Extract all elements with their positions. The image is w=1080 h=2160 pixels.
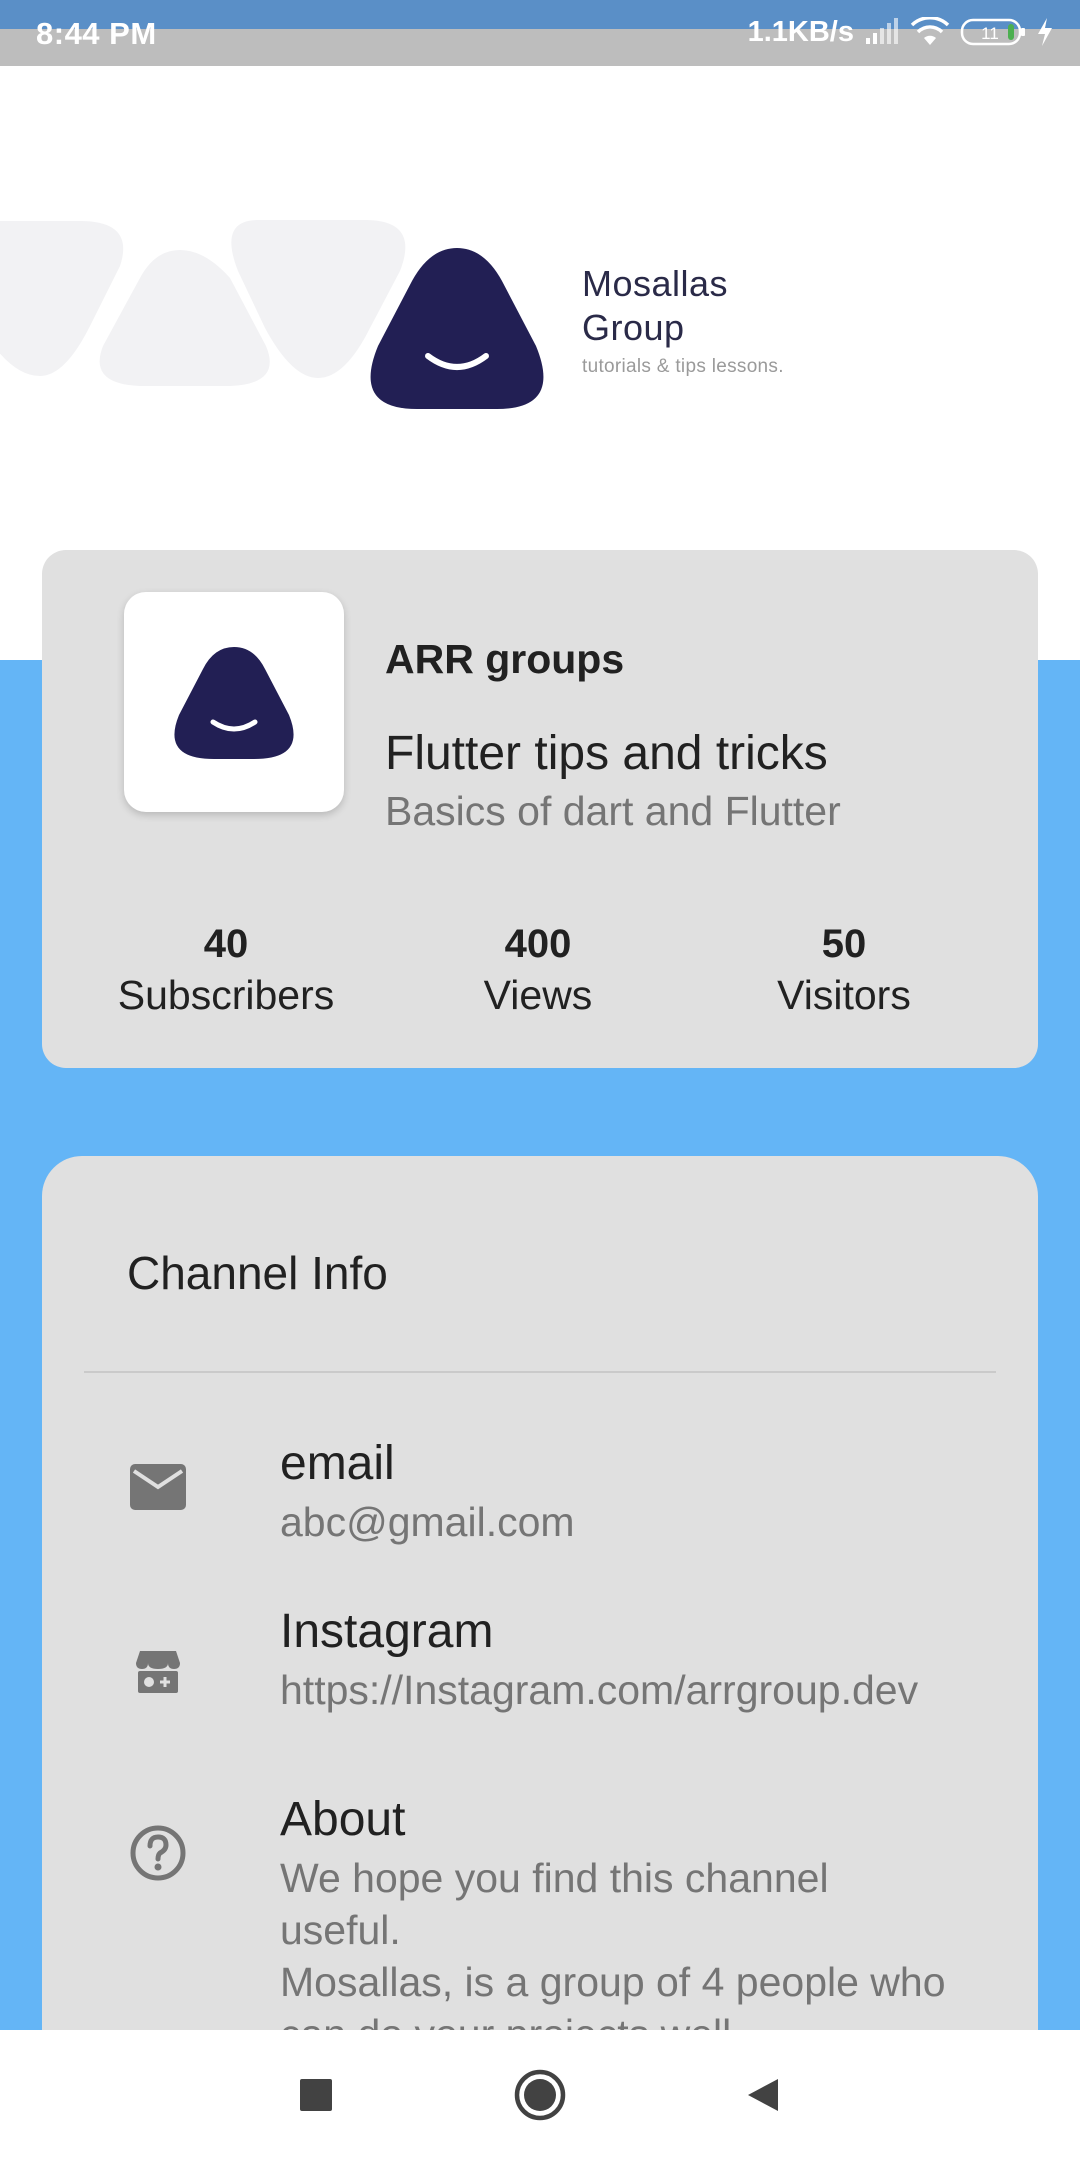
triangle-back-icon bbox=[748, 2079, 778, 2111]
info-row-title: About bbox=[280, 1793, 406, 1846]
channel-title: Flutter tips and tricks bbox=[385, 727, 828, 780]
stat-label: Views bbox=[483, 972, 593, 1018]
stat-visitors[interactable]: 50 Visitors bbox=[694, 920, 994, 1022]
battery-icon: 11 bbox=[960, 18, 1025, 46]
charging-icon bbox=[1038, 18, 1052, 46]
info-row-title: email bbox=[280, 1437, 395, 1490]
channel-avatar[interactable] bbox=[124, 592, 344, 812]
stat-value: 50 bbox=[821, 922, 867, 966]
brand-name-line1: Mosallas bbox=[582, 263, 729, 304]
channel-stats: 40 Subscribers 400 Views 50 Visitors bbox=[42, 920, 1038, 1030]
store-icon bbox=[127, 1640, 189, 1702]
status-icons: 1.1KB/s 11 bbox=[748, 12, 1054, 52]
stat-value: 40 bbox=[203, 922, 249, 966]
brand-tagline: tutorials & tips lessons. bbox=[582, 356, 784, 377]
channel-info-heading: Channel Info bbox=[127, 1247, 388, 1299]
email-icon bbox=[127, 1456, 189, 1518]
channel-subtitle: Basics of dart and Flutter bbox=[385, 788, 841, 834]
back-button[interactable] bbox=[732, 2065, 792, 2125]
brand-name-line2: Group bbox=[582, 307, 685, 348]
network-speed: 1.1KB/s bbox=[747, 15, 854, 48]
info-row-value[interactable]: https://Instagram.com/arrgroup.dev bbox=[280, 1664, 960, 1716]
divider bbox=[84, 1371, 996, 1373]
profile-card: ARR groups Flutter tips and tricks Basic… bbox=[42, 550, 1038, 1068]
stat-views[interactable]: 400 Views bbox=[388, 920, 688, 1022]
square-icon bbox=[300, 2079, 332, 2111]
info-row-value[interactable]: abc@gmail.com bbox=[280, 1496, 960, 1548]
wifi-icon bbox=[910, 17, 950, 45]
channel-info-card: Channel Info email abc@gmail.com Instagr… bbox=[42, 1156, 1038, 2056]
navigation-bar bbox=[0, 2030, 1080, 2160]
circle-icon bbox=[514, 2069, 566, 2121]
status-bar: 8:44 PM 1.1KB/s 11 bbox=[0, 0, 1080, 66]
signal-icon bbox=[866, 18, 898, 44]
info-row-title: Instagram bbox=[280, 1605, 494, 1658]
stat-label: Visitors bbox=[777, 972, 911, 1018]
recents-button[interactable] bbox=[286, 2065, 346, 2125]
stat-label: Subscribers bbox=[117, 972, 335, 1018]
info-row-value: We hope you find this channel useful. Mo… bbox=[280, 1855, 946, 2056]
brand-name: Mosallas Group bbox=[582, 262, 728, 350]
channel-logo-icon bbox=[174, 647, 294, 759]
stat-subscribers[interactable]: 40 Subscribers bbox=[76, 920, 376, 1022]
stat-value: 400 bbox=[504, 922, 572, 966]
channel-name: ARR groups bbox=[385, 636, 625, 682]
battery-level: 11 bbox=[981, 24, 999, 43]
help-circle-icon bbox=[127, 1822, 189, 1884]
status-time: 8:44 PM bbox=[36, 16, 157, 51]
home-button[interactable] bbox=[510, 2065, 570, 2125]
